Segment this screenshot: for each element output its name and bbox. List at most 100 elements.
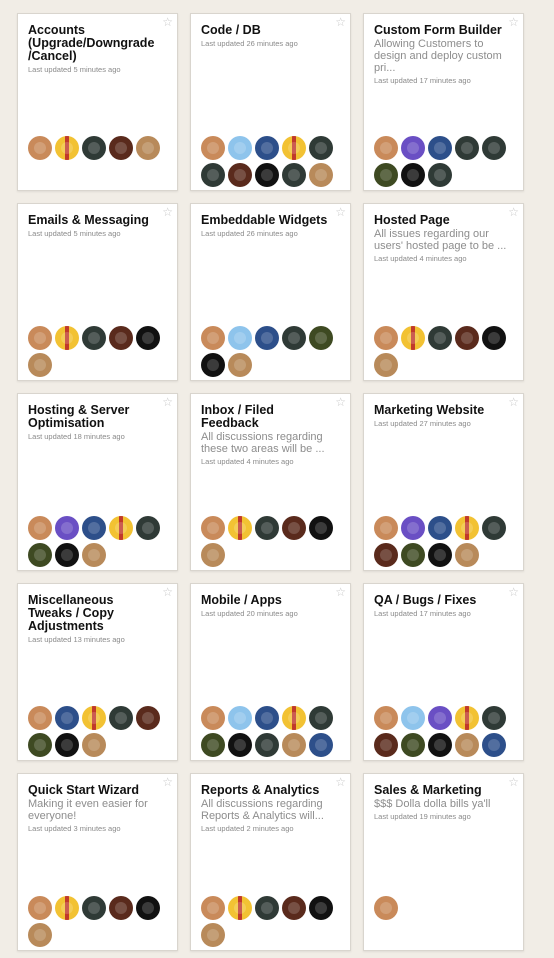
star-icon[interactable]: ☆ [508, 586, 519, 598]
project-card[interactable]: ☆ Accounts (Upgrade/Downgrade /Cancel) Las… [17, 13, 178, 191]
avatar[interactable] [28, 353, 52, 377]
avatar[interactable] [136, 136, 160, 160]
avatar[interactable] [201, 706, 225, 730]
avatar[interactable] [428, 163, 452, 187]
avatar[interactable] [374, 733, 398, 757]
avatar[interactable] [201, 163, 225, 187]
avatar[interactable] [455, 136, 479, 160]
avatar[interactable] [482, 706, 506, 730]
project-title[interactable]: Accounts (Upgrade/Downgrade /Cancel) [28, 24, 167, 63]
avatar[interactable] [282, 706, 306, 730]
star-icon[interactable]: ☆ [335, 396, 346, 408]
avatar[interactable] [28, 923, 52, 947]
avatar[interactable] [282, 896, 306, 920]
star-icon[interactable]: ☆ [508, 16, 519, 28]
avatar[interactable] [109, 136, 133, 160]
avatar[interactable] [428, 136, 452, 160]
avatar[interactable] [82, 733, 106, 757]
project-card[interactable]: ☆ Emails & Messaging Last updated 5 minute… [17, 203, 178, 381]
avatar[interactable] [282, 136, 306, 160]
avatar[interactable] [28, 706, 52, 730]
star-icon[interactable]: ☆ [335, 586, 346, 598]
avatar[interactable] [401, 733, 425, 757]
avatar[interactable] [255, 326, 279, 350]
project-title[interactable]: Quick Start Wizard [28, 784, 167, 797]
avatar[interactable] [255, 896, 279, 920]
avatar[interactable] [455, 516, 479, 540]
avatar[interactable] [455, 733, 479, 757]
avatar[interactable] [28, 326, 52, 350]
avatar[interactable] [428, 543, 452, 567]
project-card[interactable]: ☆ Quick Start Wizard Making it even easier… [17, 773, 178, 951]
avatar[interactable] [255, 136, 279, 160]
avatar[interactable] [374, 543, 398, 567]
avatar[interactable] [374, 896, 398, 920]
project-title[interactable]: Code / DB [201, 24, 340, 37]
project-card[interactable]: ☆ Inbox / Filed Feedback All discussions r… [190, 393, 351, 571]
avatar[interactable] [228, 516, 252, 540]
avatar[interactable] [482, 733, 506, 757]
star-icon[interactable]: ☆ [162, 206, 173, 218]
avatar[interactable] [455, 326, 479, 350]
avatar[interactable] [428, 326, 452, 350]
avatar[interactable] [201, 543, 225, 567]
avatar[interactable] [82, 896, 106, 920]
avatar[interactable] [28, 136, 52, 160]
avatar[interactable] [201, 353, 225, 377]
avatar[interactable] [201, 923, 225, 947]
avatar[interactable] [374, 326, 398, 350]
avatar[interactable] [455, 543, 479, 567]
avatar[interactable] [401, 136, 425, 160]
avatar[interactable] [282, 733, 306, 757]
avatar[interactable] [309, 136, 333, 160]
avatar[interactable] [55, 136, 79, 160]
project-title[interactable]: Mobile / Apps [201, 594, 340, 607]
avatar[interactable] [228, 163, 252, 187]
project-title[interactable]: Miscellaneous Tweaks / Copy Adjustments [28, 594, 167, 633]
avatar[interactable] [455, 706, 479, 730]
avatar[interactable] [309, 896, 333, 920]
avatar[interactable] [201, 896, 225, 920]
star-icon[interactable]: ☆ [508, 776, 519, 788]
project-card[interactable]: ☆ Sales & Marketing $$$ Dolla dolla bills … [363, 773, 524, 951]
avatar[interactable] [82, 516, 106, 540]
avatar[interactable] [255, 733, 279, 757]
avatar[interactable] [109, 706, 133, 730]
avatar[interactable] [55, 326, 79, 350]
project-title[interactable]: Emails & Messaging [28, 214, 167, 227]
avatar[interactable] [109, 896, 133, 920]
avatar[interactable] [428, 706, 452, 730]
avatar[interactable] [55, 543, 79, 567]
project-card[interactable]: ☆ Hosted Page All issues regarding our use… [363, 203, 524, 381]
avatar[interactable] [228, 353, 252, 377]
avatar[interactable] [309, 706, 333, 730]
star-icon[interactable]: ☆ [508, 396, 519, 408]
project-title[interactable]: Marketing Website [374, 404, 513, 417]
project-card[interactable]: ☆ Miscellaneous Tweaks / Copy Adjustments… [17, 583, 178, 761]
avatar[interactable] [309, 516, 333, 540]
avatar[interactable] [255, 163, 279, 187]
star-icon[interactable]: ☆ [335, 206, 346, 218]
avatar[interactable] [374, 163, 398, 187]
avatar[interactable] [55, 706, 79, 730]
avatar[interactable] [136, 706, 160, 730]
avatar[interactable] [55, 733, 79, 757]
avatar[interactable] [136, 516, 160, 540]
project-card[interactable]: ☆ Marketing Website Last updated 27 minute… [363, 393, 524, 571]
project-card[interactable]: ☆ Mobile / Apps Last updated 20 minutes ag… [190, 583, 351, 761]
avatar[interactable] [401, 326, 425, 350]
avatar[interactable] [28, 733, 52, 757]
project-title[interactable]: Sales & Marketing [374, 784, 513, 797]
avatar[interactable] [255, 706, 279, 730]
avatar[interactable] [82, 706, 106, 730]
avatar[interactable] [401, 706, 425, 730]
avatar[interactable] [228, 896, 252, 920]
avatar[interactable] [428, 733, 452, 757]
project-card[interactable]: ☆ Embeddable Widgets Last updated 26 minut… [190, 203, 351, 381]
star-icon[interactable]: ☆ [335, 16, 346, 28]
avatar[interactable] [482, 136, 506, 160]
project-title[interactable]: Inbox / Filed Feedback [201, 404, 340, 430]
avatar[interactable] [482, 326, 506, 350]
avatar[interactable] [374, 516, 398, 540]
avatar[interactable] [309, 733, 333, 757]
